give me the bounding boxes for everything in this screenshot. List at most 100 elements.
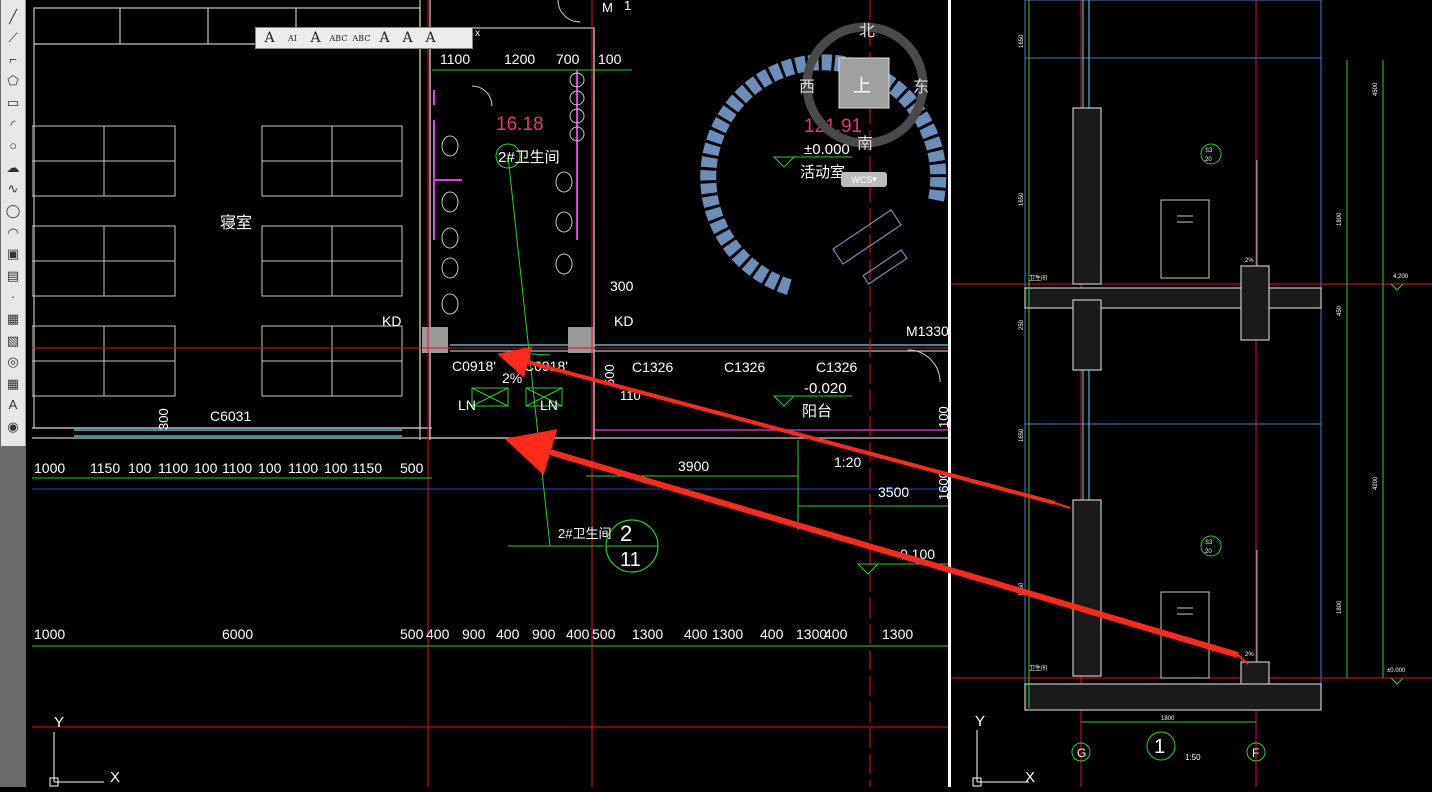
callout-label: 2#卫生间	[558, 526, 611, 541]
window-tag: C6031	[210, 408, 251, 424]
find-icon[interactable]: ABC	[328, 29, 349, 47]
window-tag: C1326	[632, 359, 673, 375]
dim-label: 3500	[878, 484, 909, 500]
convert-text-icon[interactable]	[443, 29, 464, 47]
section-number: 1	[1154, 736, 1165, 758]
dimension-value: 1150	[352, 460, 382, 476]
dimension-value: 1100	[222, 460, 252, 476]
ucs-y: Y	[975, 713, 985, 730]
dimension-value: 6000	[222, 626, 253, 642]
axis-bubble-g: G	[1077, 746, 1086, 760]
detail-viewport[interactable]: 1650 1650 250 1650 1650 4500 1800 450 42…	[951, 0, 1432, 787]
scale-text-icon[interactable]: A	[397, 29, 418, 47]
top-fragment: 1	[624, 0, 631, 13]
text-icon[interactable]: A	[259, 29, 280, 47]
ucs-icon	[49, 732, 104, 787]
polyline-icon[interactable]: ⌐	[3, 49, 23, 69]
slope-label: 2%	[1245, 652, 1254, 658]
section-detail-drawing: 1650 1650 250 1650 1650 4500 1800 450 42…	[951, 0, 1432, 787]
dim-label: 1650	[1019, 582, 1025, 596]
dimension-value: 1300	[712, 626, 743, 642]
dim-label: 1650	[1019, 428, 1025, 442]
dim-label: 250	[1019, 319, 1025, 330]
dim-label: 500	[602, 364, 617, 386]
bedroom-label: 寝室	[220, 213, 252, 232]
dimension-value: 1000	[34, 626, 65, 642]
window-tag: C1326	[816, 359, 857, 375]
wcs-label: WCS	[851, 174, 873, 185]
dimension-value: 400	[566, 626, 590, 642]
dim-label: 3900	[678, 458, 709, 474]
callout-number: 2	[620, 521, 632, 546]
region-icon[interactable]: ◎	[3, 352, 23, 372]
revcloud-icon[interactable]: ☁	[3, 157, 23, 177]
mtext-icon[interactable]: AI	[282, 29, 303, 47]
dimension-value: 1300	[882, 626, 913, 642]
dimension-value: 400	[426, 626, 450, 642]
balcony-label: 阳台	[802, 403, 832, 420]
dimension-value: 500	[400, 460, 424, 476]
dimension-value: 1200	[504, 51, 535, 67]
section-scale: 1:50	[1185, 753, 1201, 762]
window-tag: C1326	[724, 359, 765, 375]
compass-east: 东	[913, 78, 929, 96]
hatch-icon[interactable]: ▦	[3, 308, 23, 328]
point-icon[interactable]: ·	[3, 287, 23, 307]
bed-grids	[31, 125, 403, 397]
level-label: 4.200	[1393, 274, 1409, 280]
dim-label: 1800	[1337, 600, 1343, 614]
dimension-value: 400	[496, 626, 520, 642]
level-label: ±0.000	[1387, 668, 1406, 674]
drain-label: LN	[540, 397, 558, 413]
close-icon[interactable]: x	[475, 28, 480, 39]
xline-icon[interactable]: ⟋	[3, 28, 23, 48]
wcs-menu-button[interactable]: WCS ▾	[841, 172, 887, 187]
dimension-value: 900	[462, 626, 486, 642]
compass-top[interactable]: 上	[853, 76, 871, 96]
dimension-value: 700	[556, 51, 580, 67]
ucs-x: X	[110, 769, 120, 786]
dim-label: 1650	[1019, 192, 1025, 206]
viewcube-compass[interactable]: 北 南 东 西 上	[795, 10, 935, 153]
draw-toolbar-strip: ╱ ⟋ ⌐ ⬠ ▭ ◜ ○ ☁ ∿ ◯ ◠ ▣ ▤ · ▦ ▧ ◎ ▦ A ◉	[1, 0, 26, 446]
text-style-icon[interactable]: A	[374, 29, 395, 47]
kd-label: KD	[614, 313, 633, 329]
justify-text-icon[interactable]: A	[420, 29, 441, 47]
dimension-value: 500	[592, 626, 616, 642]
spell-check-icon[interactable]: ABC	[351, 29, 372, 47]
dimension-value: 100	[258, 460, 282, 476]
add-selected-icon[interactable]: ◉	[3, 416, 23, 436]
ellipse-icon[interactable]: ◯	[3, 200, 23, 220]
rectangle-icon[interactable]: ▭	[3, 92, 23, 112]
dimension-value: 1300	[632, 626, 663, 642]
draw-toolbar: ╱ ⟋ ⌐ ⬠ ▭ ◜ ○ ☁ ∿ ◯ ◠ ▣ ▤ · ▦ ▧ ◎ ▦ A ◉	[0, 0, 26, 787]
dimension-value: 500	[400, 626, 424, 642]
restroom-area: 16.18	[496, 114, 544, 135]
dim-label: 100	[936, 406, 948, 428]
make-block-icon[interactable]: ▤	[3, 265, 23, 285]
drain-label: LN	[458, 397, 476, 413]
polygon-icon[interactable]: ⬠	[3, 71, 23, 91]
spline-icon[interactable]: ∿	[3, 179, 23, 199]
insert-block-icon[interactable]: ▣	[3, 244, 23, 264]
gradient-icon[interactable]: ▧	[3, 330, 23, 350]
dimension-value: 400	[824, 626, 848, 642]
chevron-down-icon: ▾	[872, 174, 877, 184]
dim-label: 1600	[936, 471, 948, 500]
dimension-value: 100	[128, 460, 152, 476]
dim-label: 300	[156, 408, 171, 430]
callout-id: S3	[1205, 148, 1213, 154]
dim-label: 300	[610, 278, 634, 294]
line-icon[interactable]: ╱	[3, 6, 23, 26]
level-label: 0.100	[900, 546, 935, 562]
table-icon[interactable]: ▦	[3, 373, 23, 393]
dim-label: 4500	[1373, 82, 1379, 96]
compass-north: 北	[859, 22, 875, 40]
circle-icon[interactable]: ○	[3, 136, 23, 156]
mtext-icon[interactable]: A	[3, 395, 23, 415]
arc-icon[interactable]: ◜	[3, 114, 23, 134]
room-tag: 卫生间	[1029, 274, 1047, 282]
ellipse-arc-icon[interactable]: ◠	[3, 222, 23, 242]
slope-label: 1:20	[834, 454, 861, 470]
edit-text-icon[interactable]: A	[305, 29, 326, 47]
